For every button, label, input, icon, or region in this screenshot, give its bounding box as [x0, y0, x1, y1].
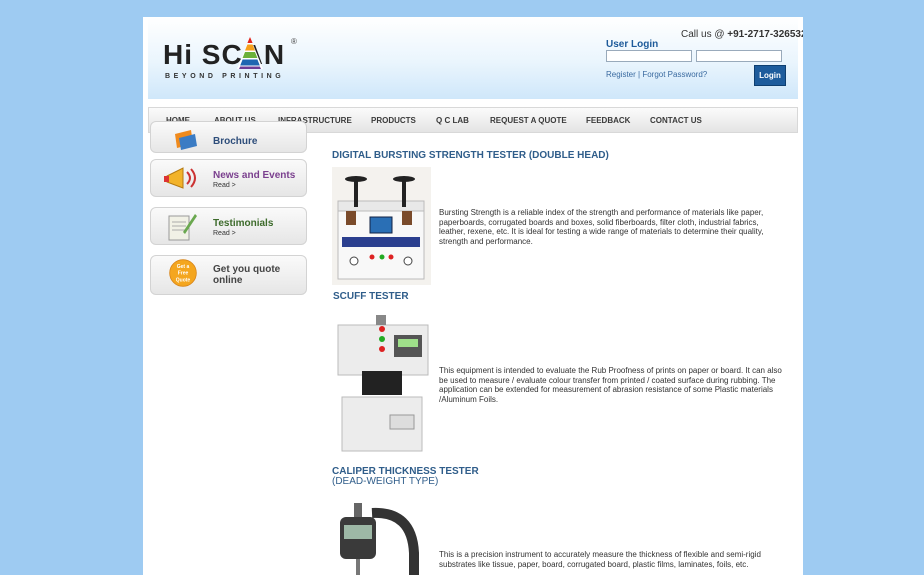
forgot-password-link[interactable]: Forgot Password?: [642, 70, 707, 79]
nav-products[interactable]: PRODUCTS: [371, 116, 416, 125]
call-us: Call us @ +91-2717-326532: [681, 29, 803, 40]
bursting-tester-image: [332, 167, 431, 285]
svg-text:Get a: Get a: [177, 264, 190, 270]
logo-tagline: BEYOND PRINTING: [165, 73, 285, 80]
sidebar-item-label: Brochure: [213, 136, 258, 147]
sidebar-item-news[interactable]: News and Events Read >: [150, 159, 307, 197]
page-container: Hi SCAN ® BEYOND PRINTING Call us @ +91-…: [143, 17, 803, 575]
logo-triangle-icon: [237, 37, 263, 69]
logo-registered-mark: ®: [291, 37, 297, 46]
username-field[interactable]: [606, 50, 692, 62]
nav-contact-us[interactable]: CONTACT US: [650, 116, 702, 125]
password-field[interactable]: [696, 50, 782, 62]
nav-request-a-quote[interactable]: REQUEST A QUOTE: [490, 116, 567, 125]
product-title: DIGITAL BURSTING STRENGTH TESTER (DOUBLE…: [332, 150, 609, 161]
read-more-link[interactable]: Read >: [213, 230, 236, 237]
brochure-icon: [175, 130, 197, 150]
sidebar-item-label: Get you quote online: [213, 264, 281, 286]
sidebar-item-label: News and Events: [213, 170, 296, 181]
logo-text: Hi SCAN: [163, 39, 286, 70]
user-login-label: User Login: [606, 39, 659, 50]
hiscan-logo[interactable]: Hi SCAN ® BEYOND PRINTING: [163, 35, 298, 87]
register-link[interactable]: Register: [606, 70, 636, 79]
nav-qc-lab[interactable]: Q C LAB: [436, 116, 469, 125]
nav-feedback[interactable]: FEEDBACK: [586, 116, 630, 125]
site-header: Hi SCAN ® BEYOND PRINTING Call us @ +91-…: [148, 17, 803, 99]
call-us-label: Call us @: [681, 29, 725, 40]
sidebar-item-label: Testimonials: [213, 218, 274, 229]
product-title: SCUFF TESTER: [333, 291, 409, 302]
product-subtitle: (DEAD-WEIGHT TYPE): [332, 476, 439, 487]
sidebar-item-testimonials[interactable]: Testimonials Read >: [150, 207, 307, 245]
phone-number: +91-2717-326532: [727, 29, 803, 40]
free-quote-badge-icon: Get a Free Quote: [169, 259, 197, 287]
login-button[interactable]: Login: [754, 65, 786, 86]
register-links: Register | Forgot Password?: [606, 70, 707, 79]
product-description: Bursting Strength is a reliable index of…: [439, 208, 764, 246]
read-more-link[interactable]: Read >: [213, 182, 236, 189]
svg-text:Free: Free: [178, 271, 189, 277]
scuff-tester-image: [332, 311, 431, 457]
svg-text:Quote: Quote: [176, 277, 191, 283]
product-description: This equipment is intended to evaluate t…: [439, 366, 782, 404]
sidebar-item-quote[interactable]: Get a Free Quote Get you quote online: [150, 255, 307, 295]
megaphone-icon: [164, 167, 196, 189]
sidebar-item-brochure[interactable]: Brochure: [150, 121, 307, 153]
caliper-tester-image: [332, 493, 431, 575]
product-description: This is a precision instrument to accura…: [439, 550, 761, 569]
testimonial-note-icon: [168, 214, 197, 241]
